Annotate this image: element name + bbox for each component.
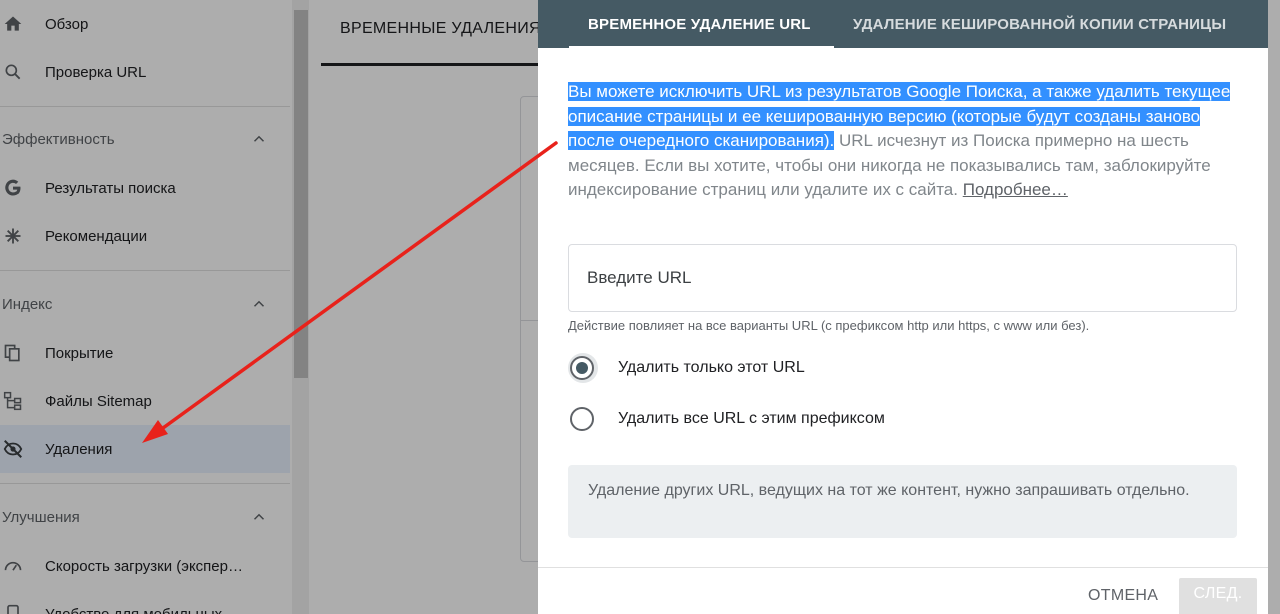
tab-clear-cached-url[interactable]: УДАЛЕНИЕ КЕШИРОВАННОЙ КОПИИ СТРАНИЦЫ: [853, 0, 1226, 48]
next-button[interactable]: СЛЕД.: [1179, 578, 1257, 614]
url-hint: Действие повлияет на все варианты URL (с…: [568, 318, 1090, 333]
radio-label: Удалить только этот URL: [618, 359, 805, 376]
tab-temporary-url-removal[interactable]: ВРЕМЕННОЕ УДАЛЕНИЕ URL: [588, 0, 811, 48]
divider: [538, 567, 1268, 568]
info-note: Удаление других URL, ведущих на тот же к…: [568, 465, 1237, 538]
radio-button[interactable]: [570, 407, 594, 431]
radio-label: Удалить все URL с этим префиксом: [618, 410, 885, 427]
removal-dialog: ВРЕМЕННОЕ УДАЛЕНИЕ URL УДАЛЕНИЕ КЕШИРОВА…: [538, 0, 1268, 614]
cancel-button[interactable]: ОТМЕНА: [1088, 587, 1158, 605]
learn-more-link[interactable]: Подробнее…: [963, 180, 1068, 199]
dialog-tab-bar: ВРЕМЕННОЕ УДАЛЕНИЕ URL УДАЛЕНИЕ КЕШИРОВА…: [538, 0, 1268, 49]
dialog-description: Вы можете исключить URL из результатов G…: [568, 80, 1238, 203]
url-input[interactable]: [568, 244, 1237, 312]
tab-indicator: [569, 46, 834, 49]
radio-button-selected[interactable]: [570, 356, 594, 380]
